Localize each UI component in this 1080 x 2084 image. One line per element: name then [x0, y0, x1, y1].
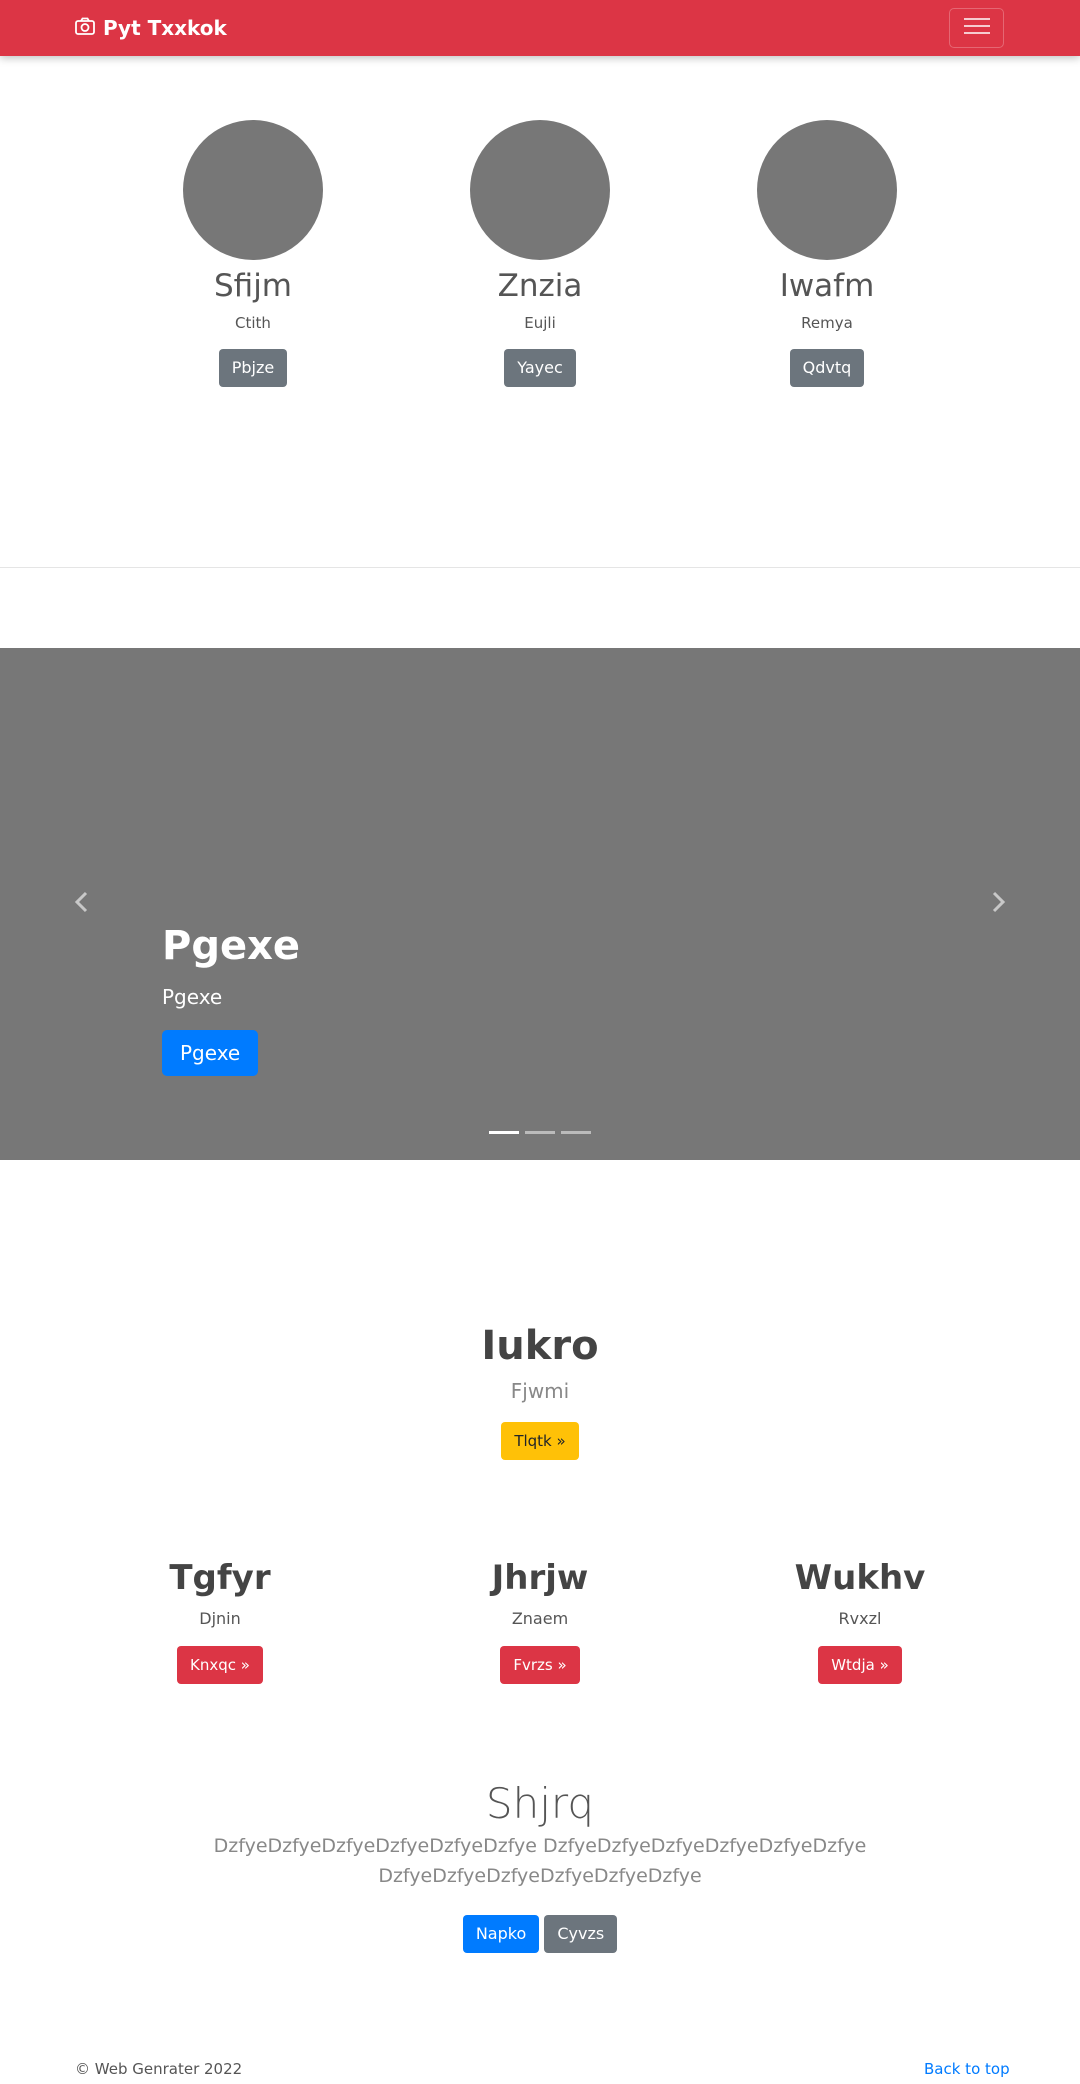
team-member-name: Sfijm: [213, 268, 292, 304]
feature-button[interactable]: Tlqtk »: [501, 1422, 579, 1460]
carousel-prev-button[interactable]: [61, 884, 101, 924]
carousel-text: Pgexe: [162, 985, 223, 1009]
column-button[interactable]: Wtdja »: [818, 1646, 902, 1684]
section-divider: [0, 567, 1080, 568]
hero-primary-button[interactable]: Napko: [462, 1915, 540, 1953]
carousel-indicator-1[interactable]: [489, 1131, 519, 1134]
navbar: Pyt Txxkok: [0, 0, 1080, 56]
avatar: [757, 120, 897, 260]
team-member-button[interactable]: Qdvtq: [789, 349, 865, 387]
team-member-name: Znzia: [497, 268, 583, 304]
hero-secondary-button[interactable]: Cyvzs: [544, 1915, 618, 1953]
hero-title: Shjrq: [485, 1779, 595, 1828]
footer-copyright: © Web Genrater 2022: [75, 2060, 243, 2078]
team-member-1: Sfijm Ctith Pbjze: [153, 120, 353, 387]
team-member-role: Eujli: [524, 314, 556, 332]
column-title: Tgfyr: [169, 1558, 271, 1598]
carousel-title: Pgexe: [162, 923, 301, 969]
carousel-indicators: [489, 1131, 591, 1134]
feature-title: Iukro: [481, 1323, 599, 1369]
avatar: [470, 120, 610, 260]
hamburger-menu-icon: [963, 15, 991, 41]
column-subtitle: Znaem: [511, 1609, 569, 1628]
carousel: Pgexe Pgexe Pgexe: [0, 648, 1080, 1160]
hero-section: Shjrq DzfyeDzfyeDzfyeDzfyeDzfyeDzfye Dzf…: [140, 1777, 940, 1953]
column-2: Jhrjw Znaem Fvrzs »: [440, 1556, 640, 1684]
team-member-2: Znzia Eujli Yayec: [440, 120, 640, 387]
column-title: Jhrjw: [491, 1558, 589, 1598]
column-button[interactable]: Fvrzs »: [500, 1646, 580, 1684]
team-member-role: Remya: [801, 314, 853, 332]
column-subtitle: Djnin: [199, 1609, 241, 1628]
team-member-button[interactable]: Pbjze: [218, 349, 288, 387]
back-to-top-link[interactable]: Back to top: [924, 2060, 1010, 2078]
hero-text-line-1: DzfyeDzfyeDzfyeDzfyeDzfyeDzfye DzfyeDzfy…: [213, 1835, 867, 1857]
carousel-indicator-2[interactable]: [525, 1131, 555, 1134]
team-member-name: Iwafm: [779, 268, 875, 304]
carousel-caption: Pgexe Pgexe Pgexe: [162, 920, 300, 1076]
navbar-brand[interactable]: Pyt Txxkok: [75, 13, 227, 43]
feature-section: Iukro Fjwmi Tlqtk »: [340, 1320, 740, 1460]
avatar: [183, 120, 323, 260]
column-title: Wukhv: [794, 1558, 926, 1598]
navbar-toggler-button[interactable]: [949, 8, 1004, 48]
carousel-cta-button[interactable]: Pgexe: [162, 1030, 259, 1076]
feature-subtitle: Fjwmi: [510, 1379, 570, 1403]
chevron-right-icon: [992, 891, 1006, 917]
team-member-3: Iwafm Remya Qdvtq: [727, 120, 927, 387]
column-3: Wukhv Rvxzl Wtdja »: [760, 1556, 960, 1684]
carousel-indicator-3[interactable]: [561, 1131, 591, 1134]
chevron-left-icon: [74, 891, 88, 917]
brand-label: Pyt Txxkok: [103, 16, 227, 40]
team-member-button[interactable]: Yayec: [504, 349, 576, 387]
camera-icon: [75, 16, 103, 40]
column-1: Tgfyr Djnin Knxqc »: [120, 1556, 320, 1684]
column-button[interactable]: Knxqc »: [177, 1646, 263, 1684]
hero-text-line-2: DzfyeDzfyeDzfyeDzfyeDzfyeDzfye: [378, 1865, 702, 1887]
column-subtitle: Rvxzl: [838, 1609, 882, 1628]
team-member-role: Ctith: [235, 314, 271, 332]
carousel-next-button[interactable]: [979, 884, 1019, 924]
